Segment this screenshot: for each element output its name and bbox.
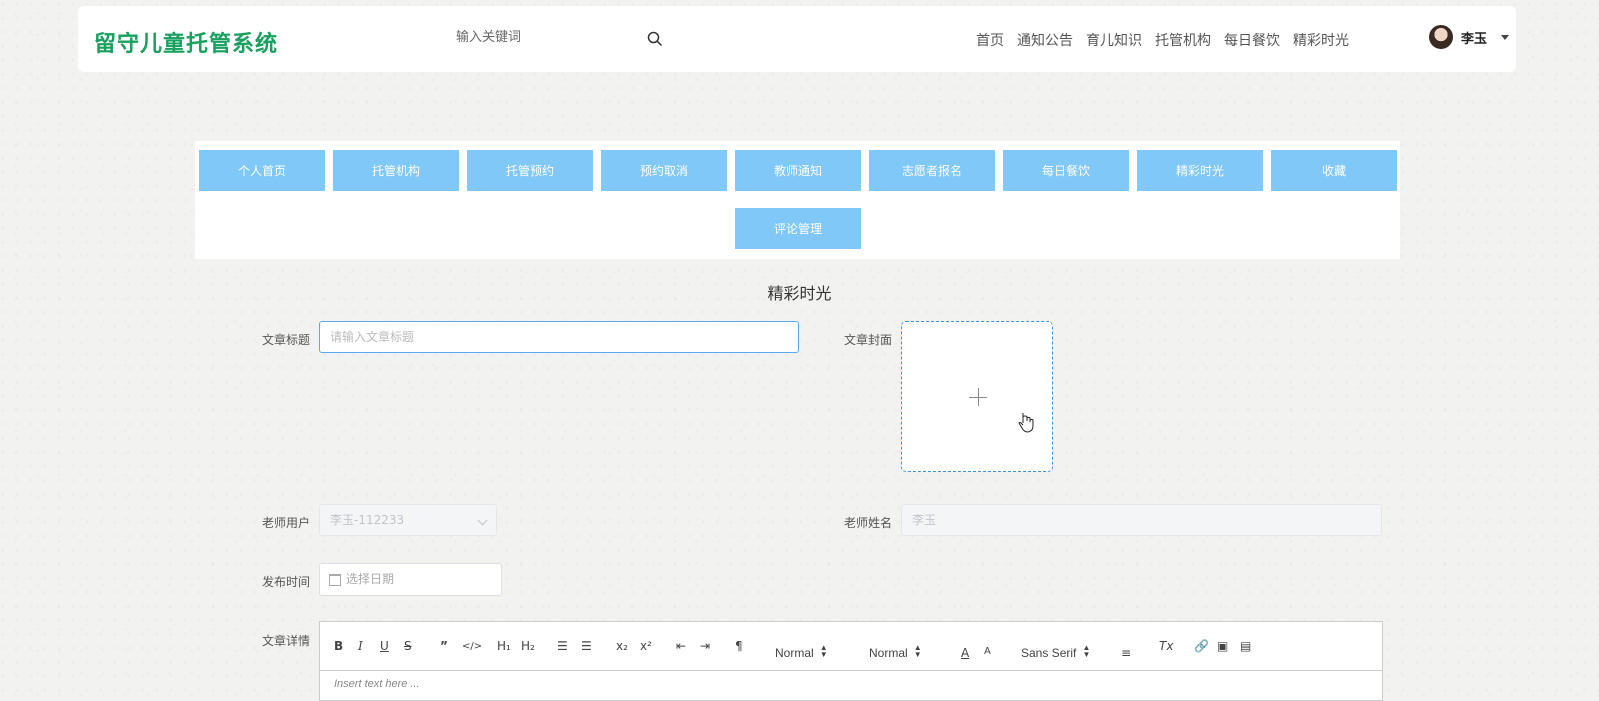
header-select[interactable]: Normal ▲ ▼	[775, 644, 828, 661]
menu-booking[interactable]: 托管预约	[467, 150, 593, 191]
outdent-icon[interactable]: ⇤	[676, 639, 686, 653]
teacher-name-label: 老师姓名	[844, 516, 893, 530]
title-label: 文章标题	[262, 333, 311, 347]
rich-text-editor: B I U S ” </> H₁ H₂ ☰ ☰ x₂ x² ⇤ ⇥ ¶ Norm…	[319, 621, 1383, 701]
date-placeholder: 选择日期	[346, 572, 395, 586]
teacher-user-select: 李玉-112233	[319, 504, 497, 536]
nav-meals[interactable]: 每日餐饮	[1224, 30, 1280, 50]
video-icon[interactable]: ▤	[1240, 639, 1251, 653]
indent-icon[interactable]: ⇥	[700, 639, 710, 653]
subscript-icon[interactable]: x₂	[616, 639, 628, 653]
search-box	[454, 28, 664, 52]
nav-notices[interactable]: 通知公告	[1017, 30, 1073, 50]
image-icon[interactable]: ▣	[1217, 639, 1228, 653]
menu-teacher-notice[interactable]: 教师通知	[735, 150, 861, 191]
underline-icon[interactable]: U	[380, 639, 389, 653]
teacher-user-label: 老师用户	[262, 516, 311, 530]
article-title-input[interactable]	[319, 321, 799, 353]
nav-parenting[interactable]: 育儿知识	[1086, 30, 1142, 50]
code-icon[interactable]: </>	[462, 641, 482, 652]
superscript-icon[interactable]: x²	[640, 639, 652, 653]
teacher-user-value: 李玉-112233	[330, 513, 405, 527]
nav-home[interactable]: 首页	[976, 30, 1004, 50]
align-icon[interactable]: ≡	[1121, 646, 1131, 660]
nav-institutions[interactable]: 托管机构	[1155, 30, 1211, 50]
header2-icon[interactable]: H₂	[521, 639, 535, 653]
editor-content[interactable]: Insert text here ...	[334, 678, 420, 690]
menu-institutions[interactable]: 托管机构	[333, 150, 459, 191]
search-input[interactable]	[454, 29, 628, 46]
bullet-list-icon[interactable]: ☰	[581, 639, 592, 653]
date-picker[interactable]: 选择日期	[319, 563, 502, 596]
main-nav: 首页 通知公告 育儿知识 托管机构 每日餐饮 精彩时光	[976, 30, 1349, 50]
cover-upload[interactable]	[901, 321, 1053, 472]
bold-icon[interactable]: B	[334, 639, 343, 653]
menu-favorites[interactable]: 收藏	[1271, 150, 1397, 191]
font-select[interactable]: Sans Serif ▲ ▼	[1021, 644, 1090, 661]
size-select[interactable]: Normal ▲ ▼	[869, 644, 922, 661]
clear-format-icon[interactable]: Tx	[1159, 639, 1173, 653]
menu-cancel-booking[interactable]: 预约取消	[601, 150, 727, 191]
menu-volunteer-signup[interactable]: 志愿者报名	[869, 150, 995, 191]
editor-toolbar: B I U S ” </> H₁ H₂ ☰ ☰ x₂ x² ⇤ ⇥ ¶ Norm…	[320, 622, 1382, 671]
top-navbar: 留守儿童托管系统 首页 通知公告 育儿知识 托管机构 每日餐饮 精彩时光 李玉	[78, 6, 1516, 72]
search-icon[interactable]	[646, 30, 664, 48]
user-menu[interactable]: 李玉	[1429, 25, 1510, 49]
chevron-down-icon	[477, 515, 488, 526]
header1-icon[interactable]: H₁	[497, 639, 511, 653]
menu-moments[interactable]: 精彩时光	[1137, 150, 1263, 191]
cover-label: 文章封面	[844, 333, 893, 347]
text-color-icon[interactable]: A	[961, 646, 969, 660]
center-menu-panel: 个人首页 托管机构 托管预约 预约取消 教师通知 志愿者报名 每日餐饮 精彩时光…	[195, 141, 1400, 259]
site-logo[interactable]: 留守儿童托管系统	[94, 26, 278, 58]
publish-time-label: 发布时间	[262, 575, 311, 589]
user-name: 李玉	[1461, 31, 1488, 47]
strike-icon[interactable]: S	[404, 639, 412, 653]
page-title: 精彩时光	[767, 284, 832, 303]
nav-moments[interactable]: 精彩时光	[1293, 30, 1349, 50]
menu-comments[interactable]: 评论管理	[735, 208, 861, 249]
avatar	[1429, 25, 1453, 49]
caret-down-icon[interactable]	[1501, 34, 1510, 40]
background-color-icon[interactable]: A	[984, 646, 991, 657]
calendar-icon	[329, 574, 341, 586]
direction-icon[interactable]: ¶	[735, 639, 743, 653]
blockquote-icon[interactable]: ”	[440, 639, 448, 653]
hand-cursor-icon	[1018, 413, 1034, 433]
teacher-name-field: 李玉	[901, 504, 1382, 536]
menu-meals[interactable]: 每日餐饮	[1003, 150, 1129, 191]
italic-icon[interactable]: I	[358, 639, 363, 653]
detail-label: 文章详情	[262, 634, 311, 648]
menu-personal-home[interactable]: 个人首页	[199, 150, 325, 191]
link-icon[interactable]: 🔗	[1194, 639, 1209, 653]
ordered-list-icon[interactable]: ☰	[557, 639, 568, 653]
